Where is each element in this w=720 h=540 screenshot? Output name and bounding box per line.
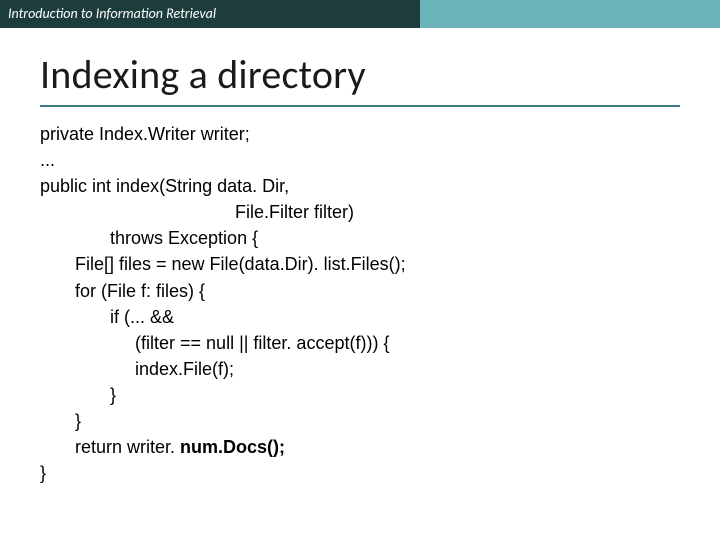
code-line: }	[40, 385, 116, 405]
code-line: for (File f: files) {	[40, 281, 205, 301]
code-line: index.File(f);	[40, 359, 234, 379]
body-area: private Index.Writer writer; ... public …	[40, 121, 680, 486]
code-line: ...	[40, 150, 55, 170]
slide-title: Indexing a directory	[40, 50, 680, 99]
code-block: private Index.Writer writer; ... public …	[40, 121, 680, 486]
code-line: File.Filter filter)	[40, 202, 354, 222]
course-title: Introduction to Information Retrieval	[8, 7, 216, 21]
top-bar-left: Introduction to Information Retrieval	[0, 0, 420, 28]
code-line: throws Exception {	[40, 228, 258, 248]
code-bold: num.Docs();	[180, 437, 285, 457]
code-line: return writer.	[40, 437, 180, 457]
code-line: (filter == null || filter. accept(f))) {	[40, 333, 389, 353]
code-line: if (... &&	[40, 307, 174, 327]
code-line: public int index(String data. Dir,	[40, 176, 289, 196]
code-line: }	[40, 463, 46, 483]
slide: Introduction to Information Retrieval In…	[0, 0, 720, 540]
top-bar-right	[420, 0, 720, 28]
code-line: File[] files = new File(data.Dir). list.…	[40, 254, 406, 274]
code-line: private Index.Writer writer;	[40, 124, 250, 144]
code-line: }	[40, 411, 81, 431]
top-bar: Introduction to Information Retrieval	[0, 0, 720, 28]
title-area: Indexing a directory	[40, 50, 680, 107]
